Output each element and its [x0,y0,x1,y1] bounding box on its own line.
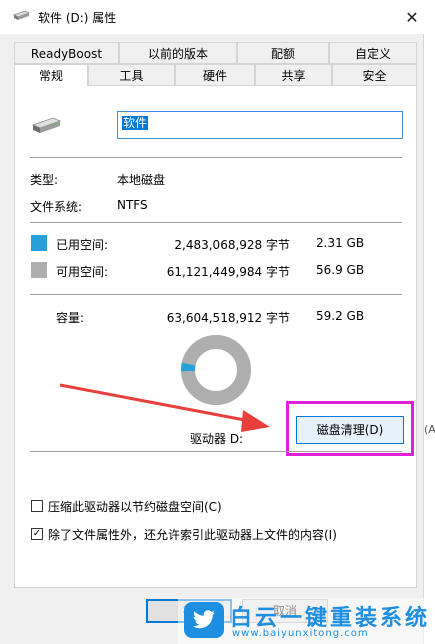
bird-glyph [193,610,215,629]
separator [30,451,402,452]
tab-quota[interactable]: 配额 [237,42,329,64]
annotation-highlight-box [286,401,414,456]
tab-tools[interactable]: 工具 [88,64,175,86]
watermark-url: www.baiyunxitong.com [232,628,369,639]
separator [30,157,402,158]
type-value: 本地磁盘 [117,173,166,187]
drive-icon [12,10,30,20]
check-icon: ✓ [32,528,42,539]
tab-sharing[interactable]: 共享 [255,64,332,86]
drive-name-value: 软件 [122,116,149,130]
filesystem-label: 文件系统: [30,200,83,214]
free-space-label: 可用空间: [56,265,109,279]
index-label: 除了文件属性外，还允许索引此驱动器上文件的内容(I) [48,528,337,542]
background-window-text: (A [424,423,435,436]
separator [30,294,402,295]
separator [30,222,402,223]
drive-large-icon [31,117,62,133]
free-space-human: 56.9 GB [316,263,365,277]
tab-previous-versions[interactable]: 以前的版本 [119,42,237,64]
tab-customize[interactable]: 自定义 [329,42,417,64]
background-window [423,34,435,644]
free-space-bytes: 61,121,449,984 字节 [166,265,290,279]
tab-general[interactable]: 常规 [14,64,88,87]
close-icon: ✕ [405,7,419,27]
used-space-human: 2.31 GB [316,236,365,250]
tab-hardware[interactable]: 硬件 [175,64,255,86]
capacity-bytes: 63,604,518,912 字节 [166,311,290,325]
twitter-bird-icon [184,602,224,638]
tab-security[interactable]: 安全 [332,64,417,86]
compress-checkbox[interactable] [31,500,43,512]
drive-name-input[interactable]: 软件 [117,111,403,139]
compress-label: 压缩此驱动器以节约磁盘空间(C) [48,500,222,514]
capacity-label: 容量: [56,311,85,325]
type-label: 类型: [30,173,59,187]
annotation-arrow [59,383,270,432]
filesystem-value: NTFS [117,198,148,212]
tab-readyboost[interactable]: ReadyBoost [14,42,119,64]
used-space-swatch [31,235,47,251]
close-button[interactable]: ✕ [393,2,431,32]
free-space-swatch [31,262,47,278]
window-title: 软件 (D:) 属性 [38,11,117,25]
used-space-bytes: 2,483,068,928 字节 [174,238,290,252]
index-checkbox[interactable]: ✓ [31,528,43,540]
used-space-label: 已用空间: [56,238,109,252]
capacity-human: 59.2 GB [316,309,365,323]
